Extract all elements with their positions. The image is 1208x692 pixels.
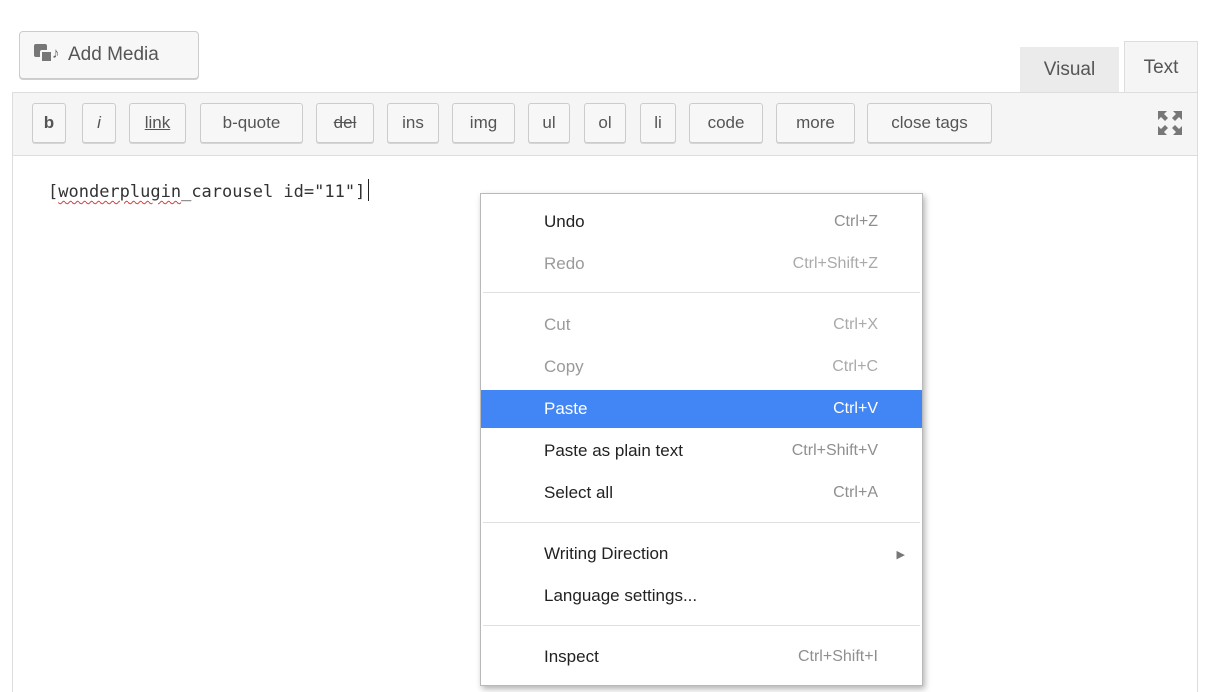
menu-item-label: Writing Direction	[544, 544, 669, 563]
qt-button-code[interactable]: code	[689, 103, 763, 143]
shortcode-bracket: [	[48, 182, 59, 202]
qt-button-more[interactable]: more	[776, 103, 855, 143]
menu-item-shortcut: Ctrl+Shift+I	[797, 648, 878, 665]
menu-item-undo[interactable]: Undo Ctrl+Z	[481, 203, 922, 241]
menu-item-shortcut: Ctrl+X	[833, 316, 878, 333]
qt-button-del[interactable]: del	[316, 103, 374, 143]
menu-item-shortcut: Ctrl+Z	[834, 213, 878, 230]
qt-button-ol[interactable]: ol	[584, 103, 626, 143]
menu-item-paste-plain-text[interactable]: Paste as plain text Ctrl+Shift+V	[481, 432, 922, 470]
menu-item-label: Undo	[544, 212, 585, 231]
qt-button-link[interactable]: link	[129, 103, 186, 143]
menu-item-paste[interactable]: Paste Ctrl+V	[481, 390, 922, 428]
qt-button-li[interactable]: li	[640, 103, 676, 143]
add-media-button[interactable]: ♪ Add Media	[19, 31, 199, 79]
menu-item-label: Inspect	[544, 647, 599, 666]
menu-item-shortcut: Ctrl+Shift+V	[791, 442, 878, 459]
qt-button-ins[interactable]: ins	[387, 103, 439, 143]
qt-button-ul[interactable]: ul	[528, 103, 570, 143]
text-caret	[368, 179, 370, 201]
menu-item-label: Redo	[544, 254, 585, 273]
editor-content[interactable]: [wonderplugin_carousel id="11"]	[48, 179, 370, 202]
menu-item-label: Language settings...	[544, 586, 698, 605]
menu-item-redo[interactable]: Redo Ctrl+Shift+Z	[481, 245, 922, 283]
menu-item-inspect[interactable]: Inspect Ctrl+Shift+I	[481, 638, 922, 676]
menu-item-shortcut: Ctrl+Shift+Z	[792, 255, 878, 272]
menu-item-shortcut: Ctrl+V	[833, 400, 878, 417]
menu-item-writing-direction[interactable]: Writing Direction ▶	[481, 535, 922, 573]
menu-item-select-all[interactable]: Select all Ctrl+A	[481, 474, 922, 512]
quicktags-toolbar: b i link b-quote del ins img ul ol li co…	[13, 93, 1197, 156]
qt-button-close-tags[interactable]: close tags	[867, 103, 992, 143]
menu-item-label: Select all	[544, 483, 613, 502]
qt-button-bold[interactable]: b	[32, 103, 66, 143]
menu-item-label: Paste	[544, 399, 588, 418]
qt-button-b-quote[interactable]: b-quote	[200, 103, 303, 143]
menu-item-language-settings[interactable]: Language settings...	[481, 577, 922, 615]
menu-item-shortcut: Ctrl+C	[832, 358, 878, 375]
menu-separator	[483, 292, 920, 293]
submenu-arrow-icon: ▶	[896, 548, 905, 561]
shortcode-rest: _carousel id="11"]	[181, 182, 366, 202]
tab-text[interactable]: Text	[1124, 41, 1198, 93]
menu-item-label: Paste as plain text	[544, 441, 683, 460]
misspelled-word: wonderplugin	[58, 182, 182, 202]
qt-button-italic[interactable]: i	[82, 103, 116, 143]
menu-separator	[483, 625, 920, 626]
menu-item-shortcut: Ctrl+A	[833, 484, 878, 501]
qt-button-img[interactable]: img	[452, 103, 515, 143]
menu-item-cut[interactable]: Cut Ctrl+X	[481, 306, 922, 344]
tab-visual[interactable]: Visual	[1020, 47, 1119, 93]
add-media-label: Add Media	[68, 44, 159, 65]
menu-item-copy[interactable]: Copy Ctrl+C	[481, 348, 922, 386]
add-media-icon: ♪	[34, 44, 60, 66]
menu-item-label: Copy	[544, 357, 584, 376]
fullscreen-icon[interactable]	[1157, 110, 1183, 136]
menu-item-label: Cut	[544, 315, 571, 334]
context-menu: Undo Ctrl+Z Redo Ctrl+Shift+Z Cut Ctrl+X…	[480, 193, 923, 686]
menu-separator	[483, 522, 920, 523]
